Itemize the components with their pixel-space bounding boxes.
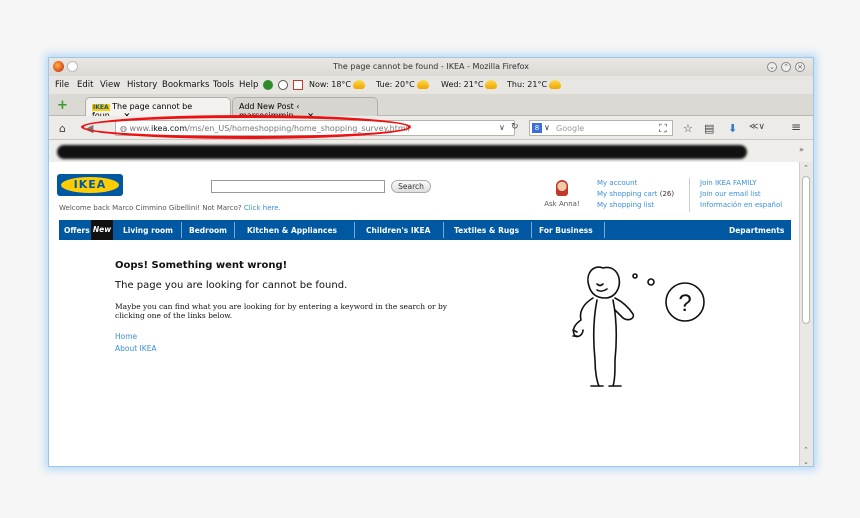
scroll-up-icon[interactable]: ⌃ [803,164,809,172]
scroll-up-icon[interactable]: ⌃ [803,446,809,454]
menu-help[interactable]: Help [239,80,258,90]
menu-edit[interactable]: Edit [77,80,93,90]
chevron-right-icon[interactable]: » [799,145,804,154]
search-button[interactable]: Search [391,180,431,193]
home-link[interactable]: Home [115,332,137,341]
nav-separator [531,222,532,238]
tab-bar: + IKEA The page cannot be foun...× Add N… [49,94,813,120]
weather-thu[interactable]: Thu: 21°C [507,80,562,89]
menu-view[interactable]: View [100,80,120,90]
addon-green-icon[interactable] [263,80,273,90]
download-icon[interactable]: ⬇ [728,122,737,135]
home-icon[interactable]: ⌂ [59,122,66,135]
page-content: IKEA Search Welcome back Marco Cimmino G… [49,162,800,466]
ikea-logo[interactable]: IKEA [57,174,123,196]
site-search-input[interactable] [211,180,385,193]
thought-dot [632,273,638,279]
my-account-link[interactable]: My account [597,178,674,189]
title-bar: The page cannot be found - IKEA - Mozill… [49,58,813,76]
email-list-link[interactable]: Join our email list [700,189,782,200]
divider [689,178,690,212]
family-links: Join IKEA FAMILY Join our email list Inf… [700,178,782,211]
close-icon[interactable]: × [795,62,805,72]
shopping-cart-link[interactable]: My shopping cart (26) [597,189,674,200]
not-you-link[interactable]: Click here. [244,204,281,212]
figure-right-arm [614,297,635,321]
spanish-link[interactable]: Información en español [700,200,782,211]
menu-bar: File Edit View History Bookmarks Tools H… [49,76,813,94]
web-search-input[interactable]: 8 ∨ Google [529,120,673,136]
reload-icon[interactable]: ↻ [511,122,519,132]
question-mark: ? [678,290,691,317]
nav-new[interactable]: New [91,220,113,240]
category-nav: Offers New Living room Bedroom Kitchen &… [59,220,791,240]
error-description: Maybe you can find what you are looking … [115,302,447,320]
new-tab-plus-icon[interactable]: + [57,98,68,113]
addons-icon[interactable]: ≪∨ [749,122,765,132]
nav-separator [181,222,182,238]
nav-offers[interactable]: Offers [64,226,90,235]
anna-avatar-icon [556,180,568,196]
menu-bookmarks[interactable]: Bookmarks [162,80,210,90]
join-family-link[interactable]: Join IKEA FAMILY [700,178,782,189]
bookmark-star-icon[interactable]: ☆ [683,122,693,135]
nav-childrens[interactable]: Children's IKEA [366,226,430,235]
nav-for-business[interactable]: For Business [539,226,593,235]
nav-separator [443,222,444,238]
figure-head [587,266,621,299]
redaction-scribble [57,145,747,159]
scroll-down-icon[interactable]: ⌄ [803,458,809,466]
error-message: The page you are looking for cannot be f… [115,280,348,291]
clock-icon[interactable] [278,80,288,90]
menu-history[interactable]: History [127,80,157,90]
minimize-icon[interactable]: ⌄ [767,62,777,72]
menu-file[interactable]: File [55,80,69,90]
url-dropdown-icon[interactable]: ∨ [499,123,505,132]
search-engine-icon: 8 [532,123,542,133]
weather-wed[interactable]: Wed: 21°C [441,80,498,89]
binoculars-icon[interactable]: ⛶ [659,122,667,136]
weather-tue[interactable]: Tue: 20°C [376,80,429,89]
window-title: The page cannot be found - IKEA - Mozill… [332,62,530,71]
account-links: My account My shopping cart (26) My shop… [597,178,674,211]
bookmarks-toolbar: » [49,140,813,162]
tab-add-new-post[interactable]: Add New Post ‹ marcocimmin...× [232,97,378,120]
ikea-favicon: IKEA [92,104,110,111]
red-annotation-ellipse [81,115,411,139]
nav-textiles[interactable]: Textiles & Rugs [454,226,519,235]
tab-ikea-page[interactable]: IKEA The page cannot be foun...× [85,97,231,120]
calendar-icon[interactable] [293,80,303,90]
nav-kitchen[interactable]: Kitchen & Appliances [247,226,337,235]
ask-anna[interactable]: Ask Anna! [541,180,583,208]
sun-cloud-icon [549,80,562,89]
nav-departments[interactable]: Departments [729,226,784,235]
nav-bedroom[interactable]: Bedroom [189,226,227,235]
welcome-message: Welcome back Marco Cimmino Gibellini! No… [59,204,281,212]
vertical-scrollbar[interactable]: ⌃ ⌃ ⌄ [799,162,813,466]
nav-separator [354,222,355,238]
figure-face [596,283,608,292]
menu-tools[interactable]: Tools [213,80,234,90]
nav-living-room[interactable]: Living room [123,226,173,235]
sun-cloud-icon [353,80,365,89]
nav-separator [604,222,605,238]
sun-cloud-icon [416,80,429,89]
maximize-icon[interactable]: ⌃ [781,62,791,72]
nav-separator [234,222,235,238]
sun-cloud-icon [485,80,498,89]
scrollbar-thumb[interactable] [802,176,810,324]
hamburger-menu-icon[interactable]: ≡ [791,120,801,134]
thought-dot [647,278,655,286]
error-title: Oops! Something went wrong! [115,260,288,271]
bookmarks-menu-icon[interactable]: ▤ [704,122,714,135]
weather-now[interactable]: Now: 18°C [309,80,365,89]
about-ikea-link[interactable]: About IKEA [115,344,157,353]
shopping-list-link[interactable]: My shopping list [597,200,674,211]
figure-body [592,299,618,387]
search-engine-dropdown-icon[interactable]: ∨ [544,123,550,132]
figure-left-arm [572,297,594,338]
confused-figure-illustration: ? [572,266,705,387]
